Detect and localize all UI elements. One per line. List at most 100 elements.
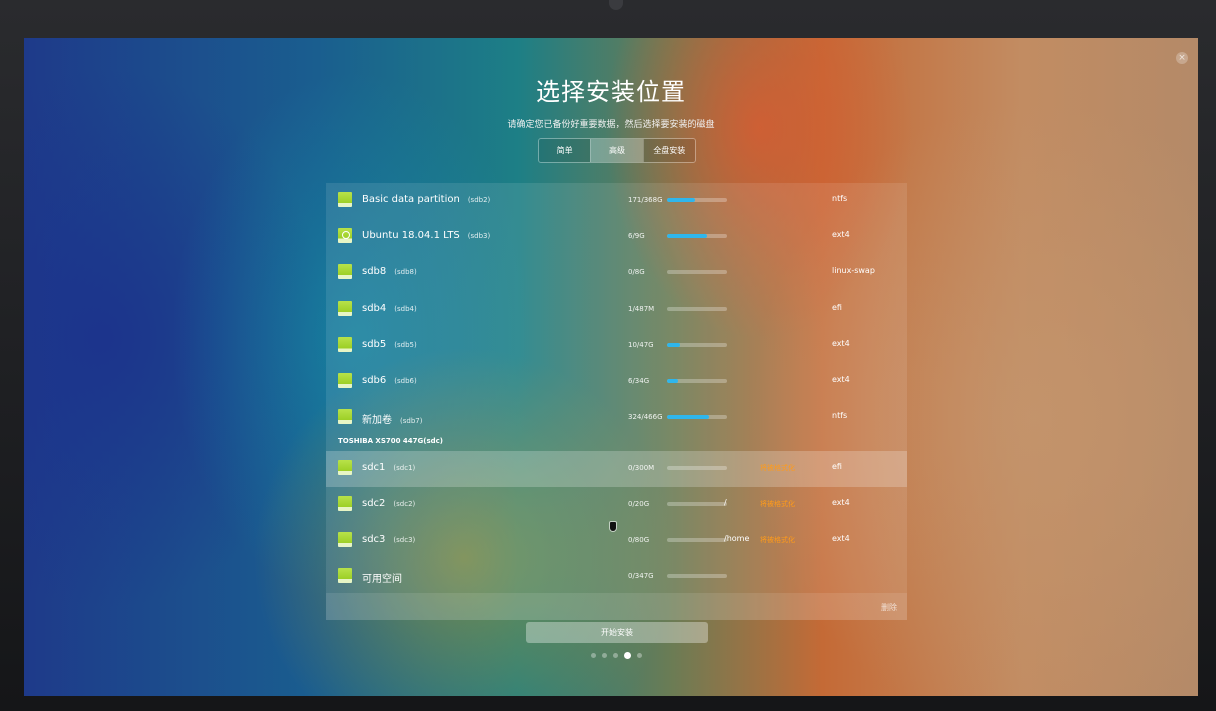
format-warning: 将被格式化 [760, 464, 795, 472]
usage-bar [667, 415, 727, 419]
partition-usage: 0/347G [628, 572, 654, 580]
ubuntu-disk-icon [338, 228, 352, 243]
partition-label: sdc1 [362, 462, 386, 473]
partition-device: (sdb6) [394, 377, 417, 385]
page-indicator [591, 652, 642, 659]
partition-name: 可用空间 [362, 570, 410, 585]
partition-row[interactable]: sdb4 (sdb4) 1/487M efi [326, 292, 907, 328]
mount-point: / [724, 498, 727, 507]
partition-label: Basic data partition [362, 194, 460, 205]
usage-bar [667, 502, 727, 506]
mouse-cursor-icon [610, 522, 616, 531]
filesystem-type: ext4 [832, 375, 850, 384]
partition-label: sdb8 [362, 266, 387, 277]
disk-icon [338, 192, 352, 207]
usage-bar-fill [667, 415, 709, 419]
partition-row[interactable]: sdb6 (sdb6) 6/34G ext4 [326, 364, 907, 400]
partition-name: Basic data partition (sdb2) [362, 194, 490, 205]
usage-bar [667, 307, 727, 311]
format-warning: 将被格式化 [760, 536, 795, 544]
partition-label: sdb5 [362, 339, 387, 350]
tab-simple[interactable]: 简单 [539, 139, 591, 162]
usage-bar [667, 466, 727, 470]
page-dot[interactable] [602, 653, 607, 658]
partition-usage: 0/20G [628, 500, 650, 508]
partition-device: (sdb7) [400, 417, 423, 425]
filesystem-type: efi [832, 462, 842, 471]
partition-row[interactable]: sdc2 (sdc2) 0/20G / 将被格式化 ext4 [326, 487, 907, 523]
partition-device: (sdc1) [393, 464, 416, 472]
tab-advanced[interactable]: 高级 [590, 139, 643, 162]
usage-bar-fill [667, 379, 678, 383]
partition-label: Ubuntu 18.04.1 LTS [362, 230, 460, 241]
mount-point: /home [724, 534, 750, 543]
usage-bar-fill [667, 198, 695, 202]
partition-row[interactable]: Ubuntu 18.04.1 LTS (sdb3) 6/9G ext4 [326, 219, 907, 255]
partition-name: sdc1 (sdc1) [362, 462, 415, 473]
usage-bar [667, 270, 727, 274]
install-mode-tabs: 简单 高级 全盘安装 [538, 138, 696, 163]
partition-usage: 171/368G [628, 196, 663, 204]
filesystem-type: linux-swap [832, 266, 875, 275]
page-dot[interactable] [624, 652, 631, 659]
disk-icon [338, 460, 352, 475]
partition-usage: 6/34G [628, 377, 650, 385]
filesystem-type: ext4 [832, 339, 850, 348]
partition-name: sdb4 (sdb4) [362, 303, 417, 314]
partition-device: (sdb5) [394, 341, 417, 349]
page-dot[interactable] [591, 653, 596, 658]
partition-usage: 6/9G [628, 232, 645, 240]
partition-name: sdc3 (sdc3) [362, 534, 415, 545]
partition-label: sdc3 [362, 534, 386, 545]
disk-icon [338, 301, 352, 316]
disk-icon [338, 532, 352, 547]
usage-bar [667, 234, 727, 238]
page-dot[interactable] [613, 653, 618, 658]
partition-label: 新加卷 [362, 415, 392, 426]
disk-icon [338, 568, 352, 583]
partition-usage: 324/466G [628, 413, 663, 421]
partition-device: (sdb2) [467, 196, 491, 204]
tab-full-disk[interactable]: 全盘安装 [642, 139, 695, 162]
partition-row[interactable]: sdc3 (sdc3) 0/80G/home 将被格式化 ext4 [326, 523, 907, 559]
delete-button[interactable]: 删除 [881, 602, 897, 613]
partition-usage: 0/80G [628, 536, 650, 544]
partition-row[interactable]: 新加卷 (sdb7) 324/466G ntfs [326, 400, 907, 436]
usage-bar [667, 343, 727, 347]
disk-header: TOSHIBA XS700 447G(sdc) [338, 437, 443, 445]
start-install-button[interactable]: 开始安装 [526, 622, 708, 643]
partition-row[interactable]: Basic data partition (sdb2) 171/368G ntfs [326, 183, 907, 219]
partition-device: (sdb8) [394, 268, 417, 276]
partition-name: 新加卷 (sdb7) [362, 411, 422, 426]
partition-label: sdb4 [362, 303, 387, 314]
partition-row[interactable]: sdb5 (sdb5) 10/47G ext4 [326, 328, 907, 364]
partition-label: sdc2 [362, 498, 386, 509]
partition-name: sdb6 (sdb6) [362, 375, 417, 386]
disk-icon [338, 337, 352, 352]
partition-name: sdb5 (sdb5) [362, 339, 417, 350]
partition-name: Ubuntu 18.04.1 LTS (sdb3) [362, 230, 490, 241]
partition-usage: 0/300M [628, 464, 655, 472]
filesystem-type: efi [832, 303, 842, 312]
usage-bar [667, 538, 727, 542]
page-title: 选择安装位置 [536, 78, 686, 106]
partition-usage: 10/47G [628, 341, 654, 349]
partition-device: (sdc2) [393, 500, 416, 508]
format-warning: 将被格式化 [760, 500, 795, 508]
partition-row[interactable]: 可用空间 0/347G [326, 559, 907, 595]
disk-icon [338, 373, 352, 388]
page-subtitle: 请确定您已备份好重要数据，然后选择要安装的磁盘 [507, 120, 715, 130]
partition-row[interactable]: sdb8 (sdb8) 0/8G linux-swap [326, 255, 907, 291]
usage-bar [667, 379, 727, 383]
usage-bar [667, 198, 727, 202]
close-icon[interactable]: × [1176, 52, 1188, 64]
filesystem-type: ext4 [832, 534, 850, 543]
usage-bar [667, 574, 727, 578]
partition-row[interactable]: sdc1 (sdc1) 0/300M 将被格式化 efi [326, 451, 907, 487]
partition-footer: 删除 [326, 593, 907, 620]
page-dot[interactable] [637, 653, 642, 658]
filesystem-type: ext4 [832, 230, 850, 239]
partition-list: TOSHIBA XS700 447G(sdc) Basic data parti… [326, 183, 907, 620]
disk-icon [338, 496, 352, 511]
partition-usage: 1/487M [628, 305, 655, 313]
